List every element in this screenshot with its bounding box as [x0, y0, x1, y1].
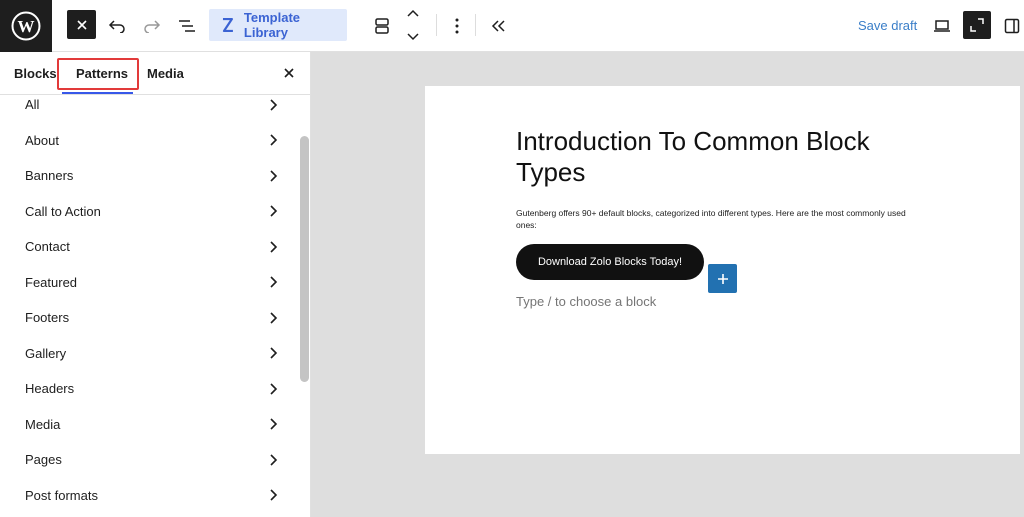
- block-inserter-button[interactable]: [708, 264, 737, 293]
- plus-icon: [717, 273, 728, 284]
- pattern-category-label: Post formats: [25, 487, 98, 503]
- settings-sidebar-toggle[interactable]: [996, 10, 1024, 42]
- pattern-category-item[interactable]: About: [0, 123, 296, 159]
- pattern-category-label: Featured: [25, 274, 78, 290]
- hide-block-tools-button[interactable]: [483, 10, 515, 42]
- laptop-icon: [934, 20, 950, 32]
- chevron-right-icon: [270, 170, 278, 182]
- pattern-category-item[interactable]: Call to Action: [0, 194, 296, 230]
- template-library-button[interactable]: Template Library: [209, 9, 347, 41]
- redo-icon: [144, 20, 161, 33]
- template-library-icon: [222, 17, 234, 33]
- pattern-category-item[interactable]: Pages: [0, 442, 296, 478]
- pattern-category-item[interactable]: Gallery: [0, 336, 296, 372]
- wordpress-logo-icon[interactable]: W: [0, 0, 52, 52]
- list-view-icon: [179, 20, 195, 32]
- close-icon: [284, 68, 294, 78]
- close-panel-button[interactable]: [278, 62, 300, 84]
- close-icon: [76, 19, 87, 30]
- tab-blocks[interactable]: Blocks: [14, 66, 57, 81]
- pattern-category-item[interactable]: Banners: [0, 158, 296, 194]
- pattern-category-item[interactable]: Post formats: [0, 478, 296, 514]
- chevron-double-left-icon: [491, 20, 505, 32]
- toolbar-divider: [436, 14, 437, 36]
- pattern-category-item[interactable]: Contact: [0, 229, 296, 265]
- undo-icon: [108, 20, 125, 33]
- pattern-category-label: All: [25, 97, 40, 113]
- chevron-right-icon: [270, 241, 278, 253]
- chevron-right-icon: [270, 99, 278, 111]
- chevron-right-icon: [270, 383, 278, 395]
- block-mover[interactable]: [401, 8, 425, 42]
- chevron-right-icon: [270, 312, 278, 324]
- chevron-right-icon: [270, 276, 278, 288]
- fullscreen-icon: [970, 18, 984, 32]
- pattern-category-list: All About Banners Call to Action Contact Feat…: [0, 87, 296, 513]
- pattern-category-label: About: [25, 132, 59, 148]
- document-page: Introduction To Common Block Types Guten…: [425, 86, 1020, 454]
- chevron-right-icon: [270, 134, 278, 146]
- download-button-block[interactable]: Download Zolo Blocks Today!: [516, 244, 704, 280]
- pattern-category-label: Footers: [25, 310, 70, 326]
- empty-block-placeholder[interactable]: Type / to choose a block: [516, 294, 656, 309]
- editor-canvas: Introduction To Common Block Types Guten…: [311, 52, 1024, 517]
- chevron-right-icon: [270, 454, 278, 466]
- chevron-right-icon: [270, 489, 278, 501]
- pattern-category-label: Contact: [25, 239, 70, 255]
- block-type-button[interactable]: [366, 10, 398, 42]
- chevron-right-icon: [270, 347, 278, 359]
- pattern-category-label: Gallery: [25, 345, 67, 361]
- save-draft-button[interactable]: Save draft: [858, 18, 917, 33]
- pattern-category-label: Banners: [25, 168, 74, 184]
- preview-button[interactable]: [926, 10, 958, 42]
- chevron-right-icon: [270, 205, 278, 217]
- sidebar-icon: [1004, 18, 1020, 34]
- undo-button[interactable]: [101, 10, 133, 42]
- svg-text:W: W: [18, 17, 35, 36]
- more-vertical-icon: [455, 18, 459, 34]
- close-inserter-button[interactable]: [67, 10, 96, 39]
- pattern-category-label: Call to Action: [25, 203, 101, 219]
- pattern-category-item[interactable]: Media: [0, 407, 296, 443]
- pattern-category-item[interactable]: Featured: [0, 265, 296, 301]
- pattern-category-label: Media: [25, 416, 61, 432]
- template-library-label: Template Library: [243, 10, 300, 40]
- paragraph-block[interactable]: Gutenberg offers 90+ default blocks, cat…: [516, 208, 926, 231]
- options-button[interactable]: [441, 10, 473, 42]
- block-inserter-panel: Blocks Patterns Media All About Banners Cal…: [0, 52, 311, 517]
- redo-button[interactable]: [136, 10, 168, 42]
- chevron-right-icon: [270, 418, 278, 430]
- post-title[interactable]: Introduction To Common Block Types: [516, 126, 936, 188]
- chevron-down-icon: [407, 33, 419, 41]
- pattern-category-item[interactable]: All: [0, 87, 296, 123]
- fullscreen-toggle-button[interactable]: [963, 11, 991, 39]
- chevron-up-icon: [407, 9, 419, 17]
- block-icon: [375, 18, 389, 34]
- panel-scrollbar[interactable]: [300, 136, 309, 382]
- pattern-category-item[interactable]: Headers: [0, 371, 296, 407]
- pattern-category-label: Pages: [25, 452, 62, 468]
- tab-media[interactable]: Media: [147, 66, 184, 81]
- toolbar-divider: [475, 14, 476, 36]
- document-overview-button[interactable]: [171, 10, 203, 42]
- tab-patterns[interactable]: Patterns: [76, 66, 128, 81]
- editor-top-bar: W Template Library Save draft: [0, 0, 1024, 52]
- pattern-category-item[interactable]: Footers: [0, 300, 296, 336]
- pattern-category-label: Headers: [25, 381, 75, 397]
